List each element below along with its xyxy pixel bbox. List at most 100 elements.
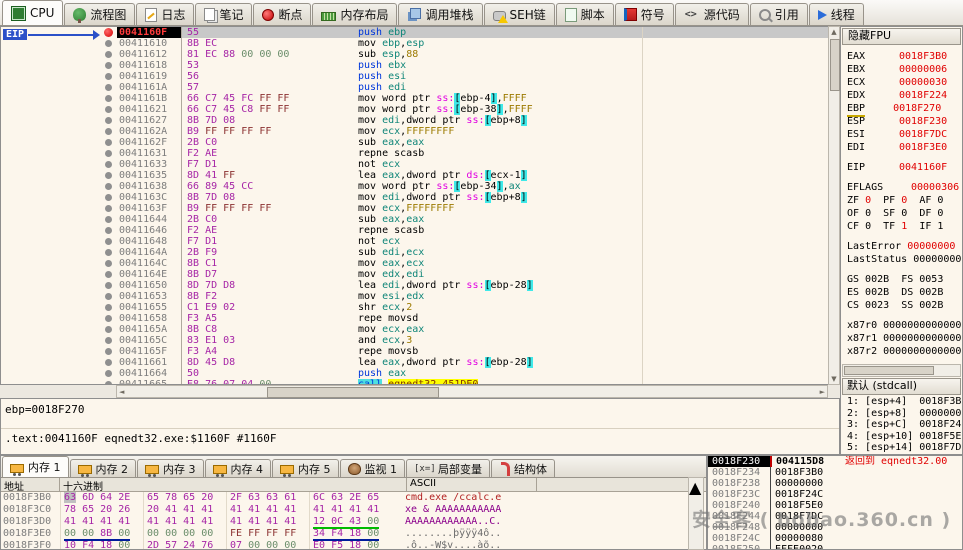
disasm-row[interactable]: 0041162F2B C0sub eax,eax	[1, 137, 839, 148]
stack-row[interactable]: 0018F24800000000	[708, 522, 962, 533]
disasm-row[interactable]: 004116442B C0sub eax,eax	[1, 214, 839, 225]
disasm-row[interactable]: 004116108B ECmov ebp,esp	[1, 38, 839, 49]
dump-row[interactable]: 0018F3C078 65 20 2620 41 41 4141 41 41 4…	[1, 504, 706, 516]
tab-memory-dump[interactable]: 内存 1	[2, 456, 69, 477]
tab-memory-map[interactable]: 内存布局	[312, 3, 397, 25]
breakpoint-dot[interactable]	[105, 128, 112, 135]
tab-locals[interactable]: 局部变量	[406, 459, 490, 477]
breakpoint-gutter[interactable]	[1, 357, 117, 368]
dump-row[interactable]: 0018F3B063 6D 64 2E65 78 65 202F 63 63 6…	[1, 492, 706, 504]
stack-row[interactable]: 0018F2400018F5E0	[708, 500, 962, 511]
disasm-row[interactable]: 004116278B 7D 08mov edi,dword ptr ss:[eb…	[1, 115, 839, 126]
tab-script[interactable]: 脚本	[556, 3, 614, 25]
stack-row[interactable]: 0018F250EFFE0020	[708, 544, 962, 550]
scrollbar-thumb[interactable]	[830, 39, 840, 91]
tab-references[interactable]: 引用	[750, 3, 808, 25]
disasm-row[interactable]: 0041166450push eax	[1, 368, 839, 379]
breakpoint-gutter[interactable]	[1, 313, 117, 324]
argument-row[interactable]: 2: [esp+8] 00000000	[841, 408, 962, 420]
disasm-row[interactable]: 00411631F2 AErepne scasb	[1, 148, 839, 159]
breakpoint-dot[interactable]	[105, 304, 112, 311]
disasm-row[interactable]: 0041165A8B C8mov ecx,eax	[1, 324, 839, 335]
disasm-row[interactable]: 0041161853push ebx	[1, 60, 839, 71]
tab-memory-dump[interactable]: 内存 3	[137, 459, 204, 477]
tab-breakpoint[interactable]: 断点	[253, 3, 311, 25]
breakpoint-dot[interactable]	[105, 106, 112, 113]
tab-graph[interactable]: 流程图	[64, 3, 135, 25]
disasm-row[interactable]: 0041165C83 E1 03and ecx,3	[1, 335, 839, 346]
disasm-row[interactable]: 0041163FB9 FF FF FF FFmov ecx,FFFFFFFF	[1, 203, 839, 214]
scroll-up-icon[interactable]: ▲	[689, 478, 701, 497]
breakpoint-gutter[interactable]	[1, 49, 117, 60]
stack-panel[interactable]: 0018F230004115D8返回到 eqnedt32.000018F2340…	[707, 455, 963, 550]
disasm-row[interactable]: 004116538B F2mov esi,edx	[1, 291, 839, 302]
breakpoint-dot[interactable]	[105, 205, 112, 212]
breakpoint-gutter[interactable]	[1, 181, 117, 192]
registers-horizontal-scrollbar[interactable]	[842, 364, 961, 377]
breakpoint-dot[interactable]	[105, 293, 112, 300]
disasm-row[interactable]: 0041163C8B 7D 08mov edi,dword ptr ss:[eb…	[1, 192, 839, 203]
disassembly-vertical-scrollbar[interactable]: ▲ ▼	[828, 26, 840, 385]
memory-dump-panel[interactable]: 内存 1内存 2内存 3内存 4内存 5监视 1局部变量结构体 地址 十六进制 …	[0, 455, 707, 550]
tab-notes[interactable]: 笔记	[195, 3, 252, 25]
breakpoint-dot[interactable]	[105, 227, 112, 234]
disasm-row[interactable]: 004116358D 41 FFlea eax,dword ptr ds:[ec…	[1, 170, 839, 181]
breakpoint-dot[interactable]	[105, 161, 112, 168]
breakpoint-gutter[interactable]	[1, 291, 117, 302]
tab-struct[interactable]: 结构体	[491, 459, 555, 477]
scrollbar-thumb[interactable]	[844, 366, 934, 375]
breakpoint-dot[interactable]	[105, 84, 112, 91]
tab-log[interactable]: 日志	[136, 3, 194, 25]
hide-fpu-button[interactable]: 隐藏FPU	[842, 28, 961, 45]
breakpoint-gutter[interactable]	[1, 368, 117, 379]
stack-row[interactable]: 0018F2340018F3B0	[708, 467, 962, 478]
breakpoint-dot[interactable]	[105, 95, 112, 102]
tab-cpu[interactable]: CPU	[2, 0, 63, 25]
breakpoint-dot[interactable]	[105, 51, 112, 58]
disasm-row[interactable]: 00411655C1 E9 02shr ecx,2	[1, 302, 839, 313]
breakpoint-dot[interactable]	[105, 315, 112, 322]
breakpoint-dot[interactable]	[105, 62, 112, 69]
stack-row[interactable]: 0018F230004115D8返回到 eqnedt32.00	[708, 456, 962, 467]
breakpoint-dot[interactable]	[105, 249, 112, 256]
breakpoint-gutter[interactable]	[1, 280, 117, 291]
call-arguments-list[interactable]: 1: [esp+4] 0018F3B02: [esp+8] 000000003:…	[841, 396, 962, 454]
breakpoint-dot[interactable]	[105, 370, 112, 377]
breakpoint-gutter[interactable]	[1, 346, 117, 357]
breakpoint-gutter[interactable]	[1, 170, 117, 181]
breakpoint-dot[interactable]	[105, 238, 112, 245]
tab-seh-chain[interactable]: SEH链	[484, 3, 555, 25]
disasm-row[interactable]: 0041164A2B F9sub edi,ecx	[1, 247, 839, 258]
disasm-row[interactable]: 0041163866 89 45 CCmov word ptr ss:[ebp-…	[1, 181, 839, 192]
breakpoint-dot[interactable]	[105, 150, 112, 157]
argument-row[interactable]: 3: [esp+C] 0018F24C	[841, 419, 962, 431]
tab-symbols[interactable]: 符号	[615, 3, 674, 25]
scroll-right-icon[interactable]: ►	[820, 387, 825, 397]
disasm-row[interactable]: 0041162AB9 FF FF FF FFmov ecx,FFFFFFFF	[1, 126, 839, 137]
breakpoint-dot[interactable]	[105, 117, 112, 124]
breakpoint-dot[interactable]	[105, 282, 112, 289]
scroll-up-icon[interactable]: ▲	[830, 27, 838, 37]
breakpoint-gutter[interactable]	[1, 192, 117, 203]
breakpoint-dot[interactable]	[105, 348, 112, 355]
breakpoint-gutter[interactable]	[1, 82, 117, 93]
dump-row[interactable]: 0018F3E000 00 8B 0000 00 00 00FE FF FF F…	[1, 528, 706, 540]
breakpoint-gutter[interactable]	[1, 137, 117, 148]
breakpoint-gutter[interactable]	[1, 225, 117, 236]
breakpoint-gutter[interactable]	[1, 71, 117, 82]
breakpoint-dot[interactable]	[105, 381, 112, 385]
tab-call-stack[interactable]: 调用堆栈	[398, 3, 482, 25]
breakpoint-dot[interactable]	[105, 172, 112, 179]
disasm-row[interactable]: 0041161B66 C7 45 FC FF FFmov word ptr ss…	[1, 93, 839, 104]
breakpoint-gutter[interactable]	[1, 214, 117, 225]
argument-row[interactable]: 4: [esp+10] 0018F5E0	[841, 431, 962, 443]
breakpoint-gutter[interactable]	[1, 93, 117, 104]
tab-memory-dump[interactable]: 内存 2	[70, 459, 137, 477]
disasm-row[interactable]: 0041161956push esi	[1, 71, 839, 82]
dump-vertical-scrollbar[interactable]: ▲	[688, 477, 704, 550]
argument-row[interactable]: 1: [esp+4] 0018F3B0	[841, 396, 962, 408]
breakpoint-gutter[interactable]	[1, 148, 117, 159]
breakpoint-gutter[interactable]	[1, 324, 117, 335]
disassembly-panel[interactable]: 0041160F55push ebp004116108B ECmov ebp,e…	[0, 26, 840, 385]
disasm-row[interactable]: 0041164E8B D7mov edx,edi	[1, 269, 839, 280]
